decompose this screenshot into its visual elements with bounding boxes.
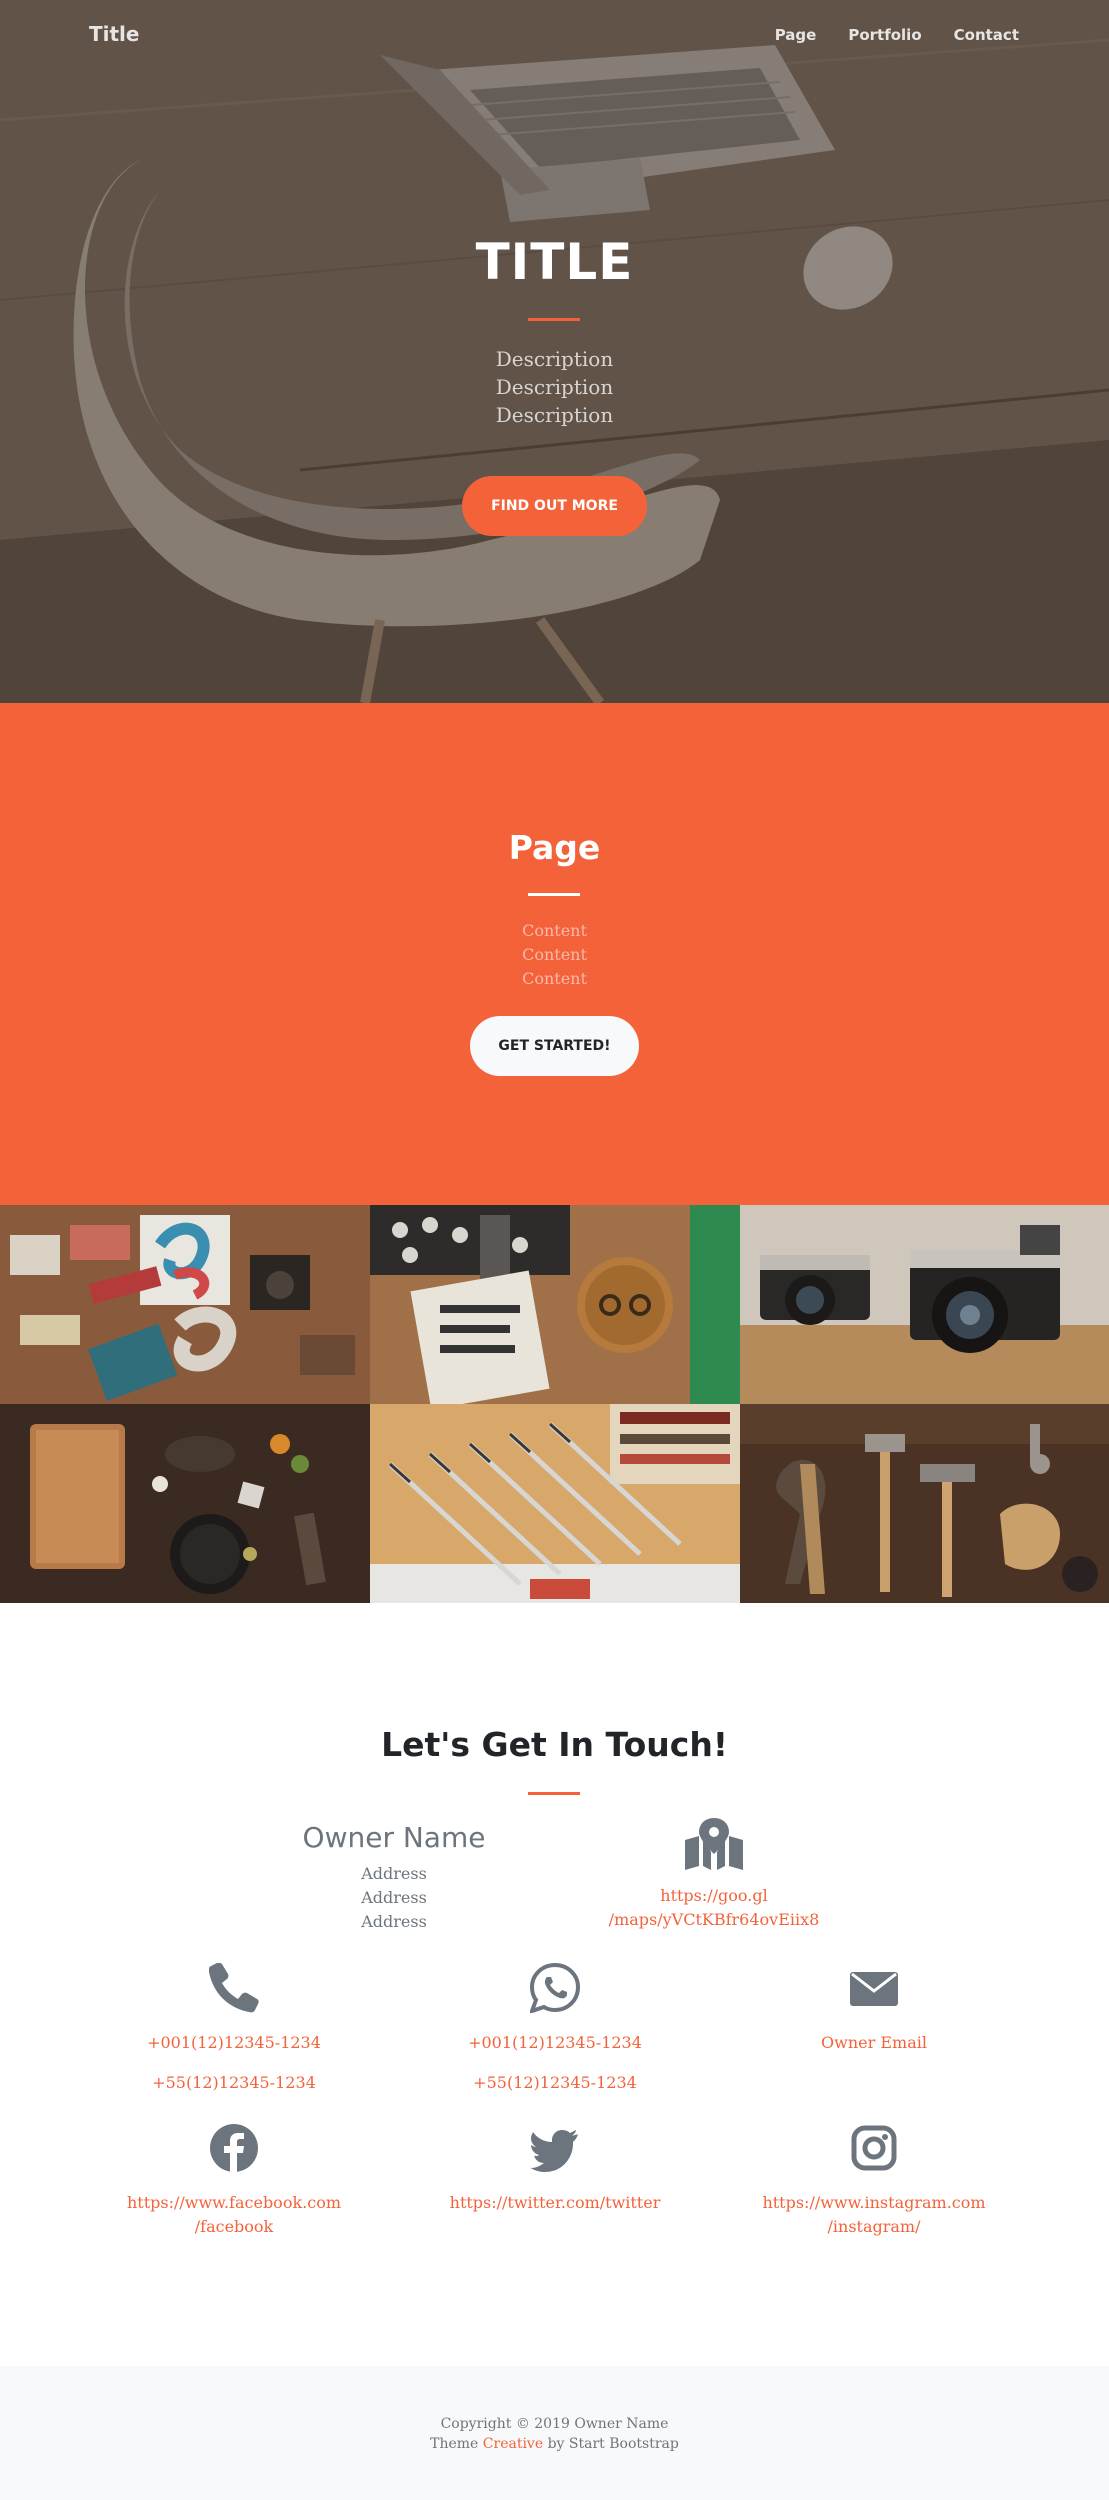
hero-title: TITLE [475, 233, 634, 291]
portfolio-item-tools[interactable] [740, 1404, 1109, 1603]
phone-icon [209, 1963, 259, 2013]
vintage-cameras-image [740, 1205, 1109, 1404]
nav-link-page[interactable]: Page [775, 26, 817, 44]
theme-suffix: by Start Bootstrap [547, 2436, 679, 2452]
page-section: Page Content Content Content GET STARTED… [0, 703, 1109, 1205]
twitter-icon [530, 2130, 578, 2172]
hand-tools-image [740, 1404, 1109, 1603]
whatsapp-link-1[interactable]: +001(12)12345-1234 [405, 2031, 705, 2055]
nav-link-contact[interactable]: Contact [954, 26, 1019, 44]
phone-link-1[interactable]: +001(12)12345-1234 [84, 2031, 384, 2055]
page-content: Content Content Content [0, 919, 1109, 991]
portfolio-item-coasters[interactable] [370, 1205, 740, 1404]
coasters-desk-image [370, 1205, 740, 1404]
envelope-icon [850, 1972, 898, 2006]
portfolio-item-cameras[interactable] [740, 1205, 1109, 1404]
description-line: Description [495, 347, 614, 371]
twitter-link[interactable]: https://twitter.com/twitter [405, 2191, 705, 2215]
contact-section: Let's Get In Touch! Owner Name Address A… [0, 1603, 1109, 2366]
twitter-contact: https://twitter.com/twitter [405, 2123, 705, 2215]
contact-title: Let's Get In Touch! [381, 1725, 728, 1764]
kitchen-tools-image [0, 1404, 370, 1603]
footer: Copyright © 2019 Owner Name Theme Creati… [0, 2366, 1109, 2500]
address-line: Address [361, 1888, 427, 1907]
map-link[interactable]: https://goo.gl/maps/yVCtKBfr64ovEiix8 [564, 1884, 864, 1932]
copyright-text: Copyright © 2019 Owner Name [440, 2416, 669, 2432]
instagram-contact: https://www.instagram.com/instagram/ [724, 2123, 1024, 2239]
portfolio-grid [0, 1205, 1109, 1603]
address-line: Address [361, 1912, 427, 1931]
stationery-flatlay-image [0, 1205, 370, 1404]
phone-link-2[interactable]: +55(12)12345-1234 [84, 2071, 384, 2095]
theme-credit: Theme Creative by Start Bootstrap [0, 2434, 1109, 2454]
get-started-button[interactable]: GET STARTED! [470, 1016, 639, 1076]
map-contact: https://goo.gl/maps/yVCtKBfr64ovEiix8 [564, 1818, 864, 1932]
portfolio-item-stationery[interactable] [0, 1205, 370, 1404]
hero-description: Description Description Description [0, 345, 1109, 429]
instagram-icon [851, 2125, 897, 2171]
instagram-link[interactable]: https://www.instagram.com/instagram/ [724, 2191, 1024, 2239]
facebook-contact: https://www.facebook.com/facebook [84, 2123, 384, 2239]
navbar: Title Page Portfolio Contact [0, 0, 1109, 72]
owner-info: Owner Name Address Address Address [269, 1821, 519, 1934]
portfolio-item-pens[interactable] [370, 1404, 740, 1603]
brand-link[interactable]: Title [89, 22, 139, 46]
owner-name: Owner Name [302, 1821, 486, 1854]
description-line: Description [495, 403, 614, 427]
description-line: Description [495, 375, 614, 399]
theme-link[interactable]: Creative [483, 2436, 543, 2452]
whatsapp-link-2[interactable]: +55(12)12345-1234 [405, 2071, 705, 2095]
theme-prefix: Theme [430, 2436, 479, 2452]
pens-drafting-image [370, 1404, 740, 1603]
hero-section: TITLE Description Description Descriptio… [0, 0, 1109, 703]
content-line: Content [522, 969, 587, 988]
phone-contact: +001(12)12345-1234 +55(12)12345-1234 [84, 1963, 384, 2095]
whatsapp-contact: +001(12)12345-1234 +55(12)12345-1234 [405, 1963, 705, 2095]
portfolio-item-kitchen[interactable] [0, 1404, 370, 1603]
owner-address: Address Address Address [269, 1862, 519, 1934]
page-divider [528, 893, 580, 896]
email-contact: Owner Email [724, 1963, 1024, 2055]
email-link[interactable]: Owner Email [724, 2031, 1024, 2055]
content-line: Content [522, 921, 587, 940]
facebook-link[interactable]: https://www.facebook.com/facebook [84, 2191, 384, 2239]
map-marked-icon [685, 1818, 743, 1870]
content-line: Content [522, 945, 587, 964]
find-out-more-button[interactable]: FIND OUT MORE [462, 476, 647, 536]
nav-links: Page Portfolio Contact [775, 26, 1019, 44]
facebook-icon [210, 2124, 258, 2172]
whatsapp-icon [530, 1963, 580, 2013]
nav-link-portfolio[interactable]: Portfolio [848, 26, 921, 44]
page-title: Page [508, 828, 601, 867]
hero-divider [528, 318, 580, 321]
contact-divider [528, 1792, 580, 1795]
address-line: Address [361, 1864, 427, 1883]
